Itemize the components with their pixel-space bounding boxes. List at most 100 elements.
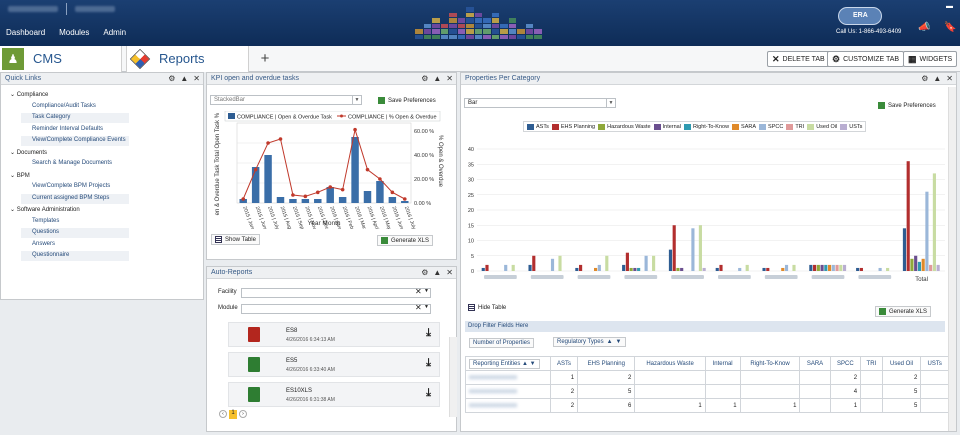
- table-header-cell[interactable]: Hazardous Waste: [634, 356, 706, 371]
- prop-y-tick: 15: [468, 223, 474, 229]
- quick-link-item[interactable]: Questions: [32, 229, 59, 235]
- properties-generate-xls-button[interactable]: Generate XLS: [875, 306, 932, 317]
- prop-bar: [745, 264, 749, 271]
- quick-links-group[interactable]: ⌄ BPM: [10, 172, 30, 179]
- table-header-cell[interactable]: ASTs: [549, 356, 579, 371]
- collapse-icon[interactable]: ▲: [433, 268, 441, 277]
- mosaic-tile: [432, 23, 440, 28]
- auto-report-item[interactable]: ES10XLS 4/26/2016 6:31:38 AM ⤓: [228, 382, 440, 407]
- quick-link-item[interactable]: View/Complete Compliance Events: [32, 137, 126, 143]
- announcement-icon[interactable]: 📣: [918, 22, 930, 33]
- close-icon[interactable]: ✕: [446, 74, 453, 83]
- customize-tab-button[interactable]: ⚙ CUSTOMIZE TAB: [827, 51, 905, 67]
- widgets-button[interactable]: ▦ WIDGETS: [903, 51, 958, 67]
- kpi-pct-point: [390, 190, 395, 195]
- quick-link-item[interactable]: Answers: [32, 241, 55, 247]
- table-header-cell[interactable]: EHS Planning: [577, 356, 636, 371]
- collapse-icon[interactable]: ▲: [933, 74, 941, 83]
- legend-label: Right-To-Know: [692, 123, 730, 130]
- regulatory-types-field[interactable]: Regulatory Types ▲ ▼: [553, 337, 626, 347]
- nav-admin[interactable]: Admin: [103, 28, 126, 37]
- legend-swatch: [732, 123, 740, 130]
- kpi-chart: COMPLIANCE | Open & Overdue Task COMPLIAN…: [215, 111, 443, 229]
- properties-scrollbar[interactable]: [948, 87, 956, 431]
- prop-bar: [813, 264, 817, 271]
- kpi-save-preferences-button[interactable]: Save Preferences: [375, 96, 439, 105]
- drop-filter-area[interactable]: Drop Filter Fields Here: [465, 321, 945, 332]
- prop-bar: [932, 173, 936, 271]
- gear-icon[interactable]: ⚙: [421, 74, 428, 83]
- mosaic-tile: [500, 29, 508, 34]
- module-field[interactable]: [241, 304, 431, 314]
- mosaic-tile: [415, 34, 423, 39]
- table-cell: 1: [634, 398, 706, 413]
- prop-bar: [816, 264, 820, 271]
- quick-link-item[interactable]: Search & Manage Documents: [32, 160, 112, 166]
- download-icon[interactable]: ⤓: [426, 387, 431, 400]
- auto-report-item[interactable]: ES5 4/26/2016 6:33:40 AM ⤓: [228, 352, 440, 377]
- table-header-cell[interactable]: SPCC: [829, 356, 862, 371]
- quick-link-item[interactable]: Reminder Interval Defaults: [32, 126, 103, 132]
- gear-icon[interactable]: ⚙: [168, 74, 175, 83]
- tab-cms[interactable]: ♟ CMS: [0, 46, 122, 72]
- download-icon[interactable]: ⤓: [426, 357, 431, 370]
- legend-swatch: [759, 123, 767, 130]
- auto-reports-scrollbar[interactable]: [449, 337, 457, 417]
- collapse-icon[interactable]: ▲: [180, 74, 188, 83]
- table-header-cell[interactable]: TRI: [860, 356, 883, 371]
- pager-next[interactable]: ›: [239, 410, 247, 418]
- minimize-icon[interactable]: ▬: [946, 3, 953, 10]
- table-cell: xxxxxxxxxxxxxxxx: [465, 384, 551, 399]
- properties-chart-type-select[interactable]: Bar ▼: [464, 98, 616, 108]
- kpi-pct-point: [253, 167, 258, 172]
- tab-reports[interactable]: Reports: [126, 46, 249, 72]
- save-icon: [878, 102, 885, 109]
- auto-report-item[interactable]: ES8 4/26/2016 6:34:13 AM ⤓: [228, 322, 440, 347]
- quick-links-group[interactable]: ⌄ Compliance: [10, 91, 48, 98]
- close-icon[interactable]: ✕: [946, 74, 953, 83]
- prop-bar: [597, 264, 601, 271]
- quick-link-item[interactable]: Task Category: [32, 114, 70, 120]
- quick-link-item[interactable]: Questionnaire: [32, 252, 69, 258]
- prop-bar: [622, 264, 626, 271]
- chart-type-select[interactable]: StackedBar ▼: [210, 95, 362, 105]
- chevron-down-icon[interactable]: ▼: [424, 304, 429, 310]
- delete-tab-button[interactable]: ✕ DELETE TAB: [767, 51, 830, 67]
- clear-icon[interactable]: ✕: [415, 303, 422, 312]
- table-header-cell[interactable]: Internal: [704, 356, 741, 371]
- number-of-properties-field[interactable]: Number of Properties: [469, 338, 535, 348]
- kpi-bar: [388, 197, 397, 203]
- close-icon[interactable]: ✕: [193, 74, 200, 83]
- quick-link-item[interactable]: Compliance/Audit Tasks: [32, 103, 96, 109]
- quick-link-item[interactable]: View/Complete BPM Projects: [32, 183, 110, 189]
- quick-links-group[interactable]: ⌄ Documents: [10, 149, 47, 156]
- auto-report-name: ES10XLS: [286, 388, 313, 394]
- quick-link-item[interactable]: Templates: [32, 218, 59, 224]
- download-icon[interactable]: ⤓: [426, 327, 431, 340]
- quick-links-group[interactable]: ⌄ Software Administration: [10, 206, 80, 213]
- kpi-generate-xls-button[interactable]: Generate XLS: [377, 235, 434, 246]
- nav-dashboard[interactable]: Dashboard: [6, 28, 45, 37]
- legend-label: TRI: [795, 123, 805, 130]
- table-header-cell[interactable]: USTs: [920, 356, 949, 371]
- chevron-down-icon[interactable]: ▼: [424, 288, 429, 294]
- table-header-cell[interactable]: SARA: [799, 356, 831, 371]
- add-tab-button[interactable]: +: [253, 48, 277, 70]
- table-header-cell[interactable]: Right-To-Know: [739, 356, 801, 371]
- bookmark-icon[interactable]: 🔖: [944, 22, 956, 33]
- collapse-icon[interactable]: ▲: [433, 74, 441, 83]
- nav-modules[interactable]: Modules: [59, 28, 89, 37]
- clear-icon[interactable]: ✕: [415, 287, 422, 296]
- close-icon[interactable]: ✕: [446, 268, 453, 277]
- hide-table-button[interactable]: Hide Table: [465, 303, 509, 312]
- properties-save-preferences-button[interactable]: Save Preferences: [875, 101, 939, 110]
- pager-current[interactable]: 1: [229, 410, 237, 419]
- quick-link-item[interactable]: Current assigned BPM Steps: [32, 195, 109, 201]
- gear-icon[interactable]: ⚙: [421, 268, 428, 277]
- table-header-cell[interactable]: Used Oil: [881, 356, 922, 371]
- gear-icon[interactable]: ⚙: [921, 74, 928, 83]
- show-table-button[interactable]: Show Table: [211, 234, 260, 245]
- reporting-entities-field[interactable]: Reporting Entities ▲ ▼: [469, 358, 540, 369]
- pager-prev[interactable]: ‹: [219, 410, 227, 418]
- facility-field[interactable]: [241, 288, 431, 298]
